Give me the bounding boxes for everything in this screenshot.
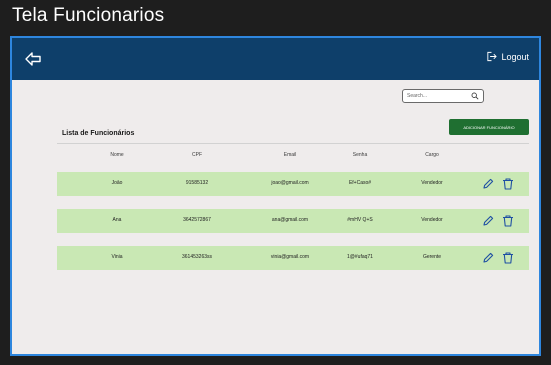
app-frame: Logout ADICIONAR FUNCIONÁRIO Lista de Fu… [10,36,541,356]
window-title: Tela Funcionarios [12,5,165,26]
cell-nome: Joāo [111,180,123,186]
table-header: Nome CPF Email Senha Cargo [57,152,529,162]
cell-cargo: Gerente [422,254,442,260]
delete-trash-icon[interactable] [501,251,515,265]
header-cargo: Cargo [425,152,439,158]
header-email: Email [283,152,297,158]
header-senha: Senha [352,152,368,158]
table-row: Joāo 91585132 joao@gmail.com Ef+Caso# Ve… [57,172,529,196]
logout-label: Logout [501,51,529,62]
delete-trash-icon[interactable] [501,177,515,191]
header-nome: Nome [110,152,124,158]
cell-email: joao@gmail.com [271,180,309,186]
header-cpf: CPF [192,152,202,158]
divider [57,143,529,144]
cell-email: vinia@gmail.com [270,254,310,260]
cell-email: ana@gmail.com [271,217,309,223]
edit-pencil-icon[interactable] [481,251,495,265]
search-box[interactable] [402,89,484,103]
cell-nome: Ana [112,217,122,223]
logout-icon [487,51,498,62]
cell-cpf: 91585132 [185,180,209,186]
cell-nome: Vinia [111,254,123,260]
cell-senha: Ef+Caso# [348,180,372,186]
delete-trash-icon[interactable] [501,214,515,228]
cell-senha: 1@#ufaq71 [347,254,373,260]
edit-pencil-icon[interactable] [481,214,495,228]
table-row: Ana 3642572867 ana@gmail.com #mHV Q+S Ve… [57,209,529,233]
section-title: Lista de Funcionários [62,130,135,137]
edit-pencil-icon[interactable] [481,177,495,191]
cell-cargo: Vendedor [421,217,443,223]
logout-button[interactable]: Logout [486,51,529,62]
search-input[interactable] [407,93,467,99]
cell-cargo: Vendedor [421,180,443,186]
add-employee-button[interactable]: ADICIONAR FUNCIONÁRIO [449,119,529,135]
search-icon [471,92,479,100]
table-row: Vinia 361453263ss vinia@gmail.com 1@#ufa… [57,246,529,270]
cell-cpf: 3642572867 [183,217,211,223]
back-arrow-icon[interactable] [24,50,42,68]
cell-cpf: 361453263ss [181,254,213,260]
navbar: Logout [12,38,539,80]
cell-senha: #mHV Q+S [347,217,373,223]
